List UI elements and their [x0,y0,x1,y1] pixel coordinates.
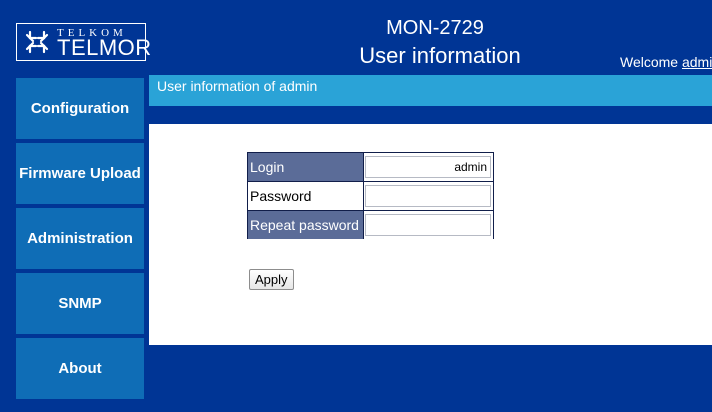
sidebar-item-firmware-upload[interactable]: Firmware Upload [16,143,144,204]
password-cell [364,182,493,210]
sidebar-item-label: About [58,360,102,377]
device-name: MON-2729 [386,17,484,39]
sidebar-item-snmp[interactable]: SNMP [16,273,144,334]
section-header-bar: User information of admin [149,75,712,106]
password-field[interactable] [365,185,491,207]
repeat-password-cell [364,211,493,239]
sidebar-item-label: Configuration [30,100,130,117]
section-title: User information of admin [157,78,318,94]
page-frame: TELKOM TELMOR MON-2729 User information … [0,0,712,412]
content-panel: Login Password Repeat password Apply [149,124,712,345]
repeat-password-label: Repeat password [248,211,363,239]
login-label: Login [248,153,363,181]
login-row: Login [248,153,493,181]
sidebar-item-label: SNMP [58,295,102,312]
welcome-label: Welcome [620,54,679,70]
page-title: User information [359,43,521,68]
logo-box: TELKOM TELMOR [16,23,151,61]
login-cell [364,153,493,181]
sidebar-item-administration[interactable]: Administration [16,208,144,269]
repeat-password-row: Repeat password [248,211,493,239]
repeat-password-field[interactable] [365,214,491,236]
logo-telmor-text: TELMOR [57,35,152,60]
welcome-user-link[interactable]: admi [682,54,712,70]
telmor-logo: TELKOM TELMOR [16,13,151,71]
telkom-mark-icon [25,30,49,54]
user-form-table: Login Password Repeat password [247,152,494,239]
password-label: Password [248,182,363,210]
apply-button[interactable]: Apply [249,269,294,290]
password-row: Password [248,182,493,210]
sidebar-item-about[interactable]: About [16,338,144,399]
login-field[interactable] [365,156,491,178]
sidebar-item-label: Firmware Upload [19,165,141,182]
sidebar-item-configuration[interactable]: Configuration [16,78,144,139]
welcome-message: Welcome admi [620,54,712,70]
sidebar-item-label: Administration [27,230,133,247]
